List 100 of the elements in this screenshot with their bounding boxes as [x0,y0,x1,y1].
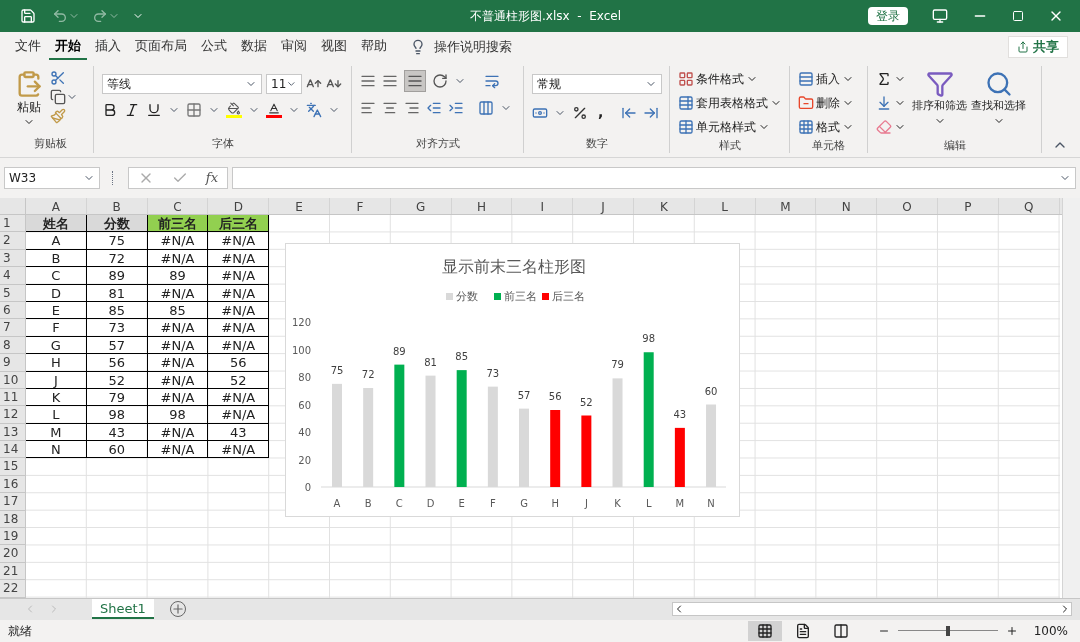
column-header[interactable]: C [147,198,209,214]
align-right-icon[interactable] [404,100,420,116]
name-box[interactable]: W33 [4,167,100,189]
row-header[interactable]: 4 [0,267,26,285]
zoom-thumb[interactable] [945,625,950,636]
column-header[interactable]: G [390,198,452,214]
menu-tab[interactable]: 文件 [9,34,47,60]
menu-tab[interactable]: 视图 [315,34,353,60]
bold-icon[interactable] [102,102,118,118]
phonetic-icon[interactable] [306,102,322,118]
view-button[interactable] [747,620,782,641]
styles-button[interactable]: 条件格式 [674,68,786,90]
column-header[interactable]: N [816,198,878,214]
fill-color-icon[interactable] [226,102,242,118]
row-header[interactable]: 7 [0,319,26,337]
menu-tab[interactable]: 开始 [49,34,87,60]
save-icon[interactable] [20,8,36,24]
cells-button[interactable]: 格式 [794,116,858,138]
column-header[interactable]: F [330,198,391,214]
font-name-dropdown[interactable]: 等线 [102,74,262,94]
column-header[interactable]: D [208,198,270,214]
column-header[interactable]: L [694,198,756,214]
column-header[interactable]: M [755,198,817,214]
maximize-icon[interactable] [1012,10,1024,22]
zoom-slider[interactable] [897,624,998,637]
table-cell: 75 [86,232,148,250]
row-header[interactable]: 9 [0,354,26,372]
row-header[interactable]: 12 [0,406,26,424]
table-cell: #N/A [147,249,209,268]
menu-tab[interactable]: 帮助 [355,34,393,60]
row-header[interactable]: 14 [0,441,26,459]
row-header[interactable]: 2 [0,232,26,250]
data-label: 75 [330,364,344,376]
row-header[interactable]: 22 [0,580,26,598]
row-header[interactable]: 20 [0,545,26,563]
column-header[interactable]: B [86,198,148,214]
vertical-scrollbar[interactable] [1062,198,1080,598]
login-button[interactable]: 登录 [868,7,908,25]
menu-tab[interactable]: 数据 [235,34,273,60]
legend-label: 前三名 [504,290,537,303]
underline-icon[interactable] [146,102,162,118]
font-color-icon[interactable] [266,102,282,118]
tell-me-search[interactable]: 操作说明搜索 [434,37,512,57]
ribbon-display-icon[interactable] [932,8,948,24]
data-label: 79 [611,359,624,371]
row-header[interactable]: 17 [0,493,26,511]
lightbulb-icon [410,39,426,55]
column-header[interactable]: O [877,198,938,214]
table-cell: N [26,441,87,459]
align-middle-icon[interactable] [382,73,398,89]
orientation-icon[interactable] [432,73,448,89]
sheet-tab[interactable]: Sheet1 [92,599,154,620]
align-left-icon[interactable] [360,100,376,116]
font-size-dropdown[interactable]: 11 [266,74,302,94]
table-cell: #N/A [147,319,209,337]
insert-function-button[interactable]: fx [205,168,218,188]
column-header[interactable]: Q [998,198,1060,214]
table-cell: 98 [147,406,209,424]
borders-icon[interactable] [186,102,202,118]
share-button[interactable]: 共享 [1008,36,1068,58]
row-header[interactable]: 19 [0,528,26,546]
italic-icon[interactable] [124,102,140,118]
menu-tab[interactable]: 审阅 [275,34,313,60]
copy-icon[interactable] [50,89,66,105]
row-header[interactable]: 1 [0,215,26,233]
styles-button[interactable]: 套用表格格式 [674,92,786,114]
editing-button[interactable]: 查找和选择 [969,66,1028,138]
column-header[interactable]: P [937,198,999,214]
styles-button[interactable]: 单元格样式 [674,116,786,138]
formula-input[interactable] [232,167,1076,189]
decrease-indent-icon[interactable] [426,100,442,116]
comma-style-button[interactable]: , [594,102,608,123]
cells-button[interactable]: 删除 [794,92,858,114]
cells-button[interactable]: 插入 [794,68,858,90]
group-label: 剪贴板 [34,135,67,152]
horizontal-scrollbar[interactable] [672,602,1072,617]
column-header[interactable]: A [26,198,87,214]
column-header[interactable]: I [512,198,574,214]
column-header[interactable]: J [573,198,634,214]
data-label: 52 [580,396,593,408]
align-bottom-button[interactable] [404,70,426,92]
increase-indent-icon[interactable] [448,100,464,116]
menu-tab[interactable]: 插入 [89,34,127,60]
cut-icon[interactable] [50,70,66,86]
paste-button[interactable]: 粘贴 [12,66,46,135]
group-label: 数字 [585,135,608,152]
column-header[interactable]: E [269,198,330,214]
wrap-text-icon[interactable] [484,73,500,89]
number-format-dropdown[interactable]: 常规 [532,74,662,94]
menu-tab[interactable]: 公式 [195,34,233,60]
percent-icon[interactable] [572,104,588,121]
align-top-icon[interactable] [360,73,376,89]
x-tick-label: K [614,498,621,509]
column-header[interactable]: K [633,198,695,214]
menu-tab[interactable]: 页面布局 [129,34,193,60]
row-header[interactable]: 15 [0,458,26,476]
editing-button[interactable]: 排序和筛选 [910,66,969,138]
column-header[interactable]: H [451,198,513,214]
zoom-in-icon[interactable] [1005,624,1018,637]
align-center-icon[interactable] [382,100,398,116]
